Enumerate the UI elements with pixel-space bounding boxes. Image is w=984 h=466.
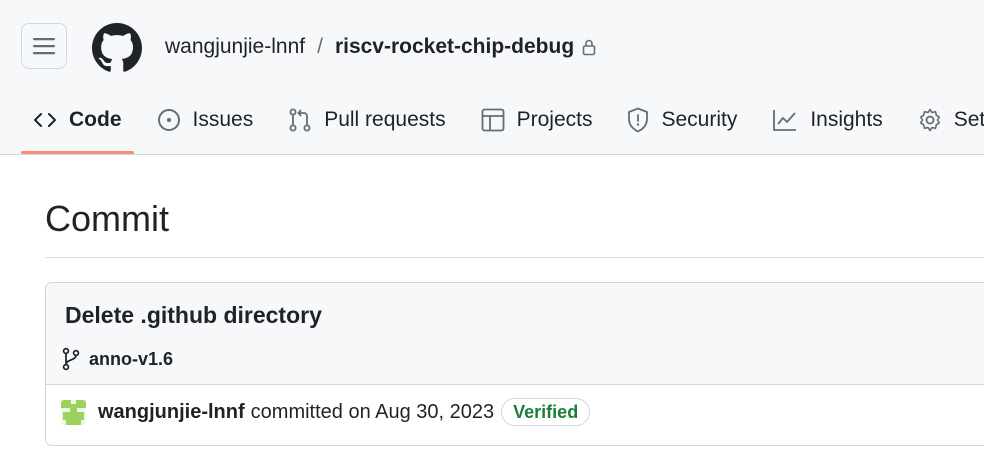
lock-icon — [582, 39, 596, 56]
author-link[interactable]: wangjunjie-lnnf — [98, 401, 245, 424]
tab-pull-requests[interactable]: Pull requests — [276, 96, 457, 144]
tab-projects[interactable]: Projects — [469, 96, 605, 144]
tab-issues[interactable]: Issues — [145, 96, 266, 144]
branch-link[interactable]: anno-v1.6 — [61, 347, 173, 371]
graph-icon — [773, 110, 797, 131]
commit-box: Delete .github directory anno-v1.6 wangj… — [45, 282, 984, 446]
verified-badge[interactable]: Verified — [501, 398, 591, 426]
tab-insights-label: Insights — [810, 108, 883, 131]
gear-icon — [919, 108, 940, 132]
commit-meta: wangjunjie-lnnf committed on Aug 30, 202… — [61, 398, 591, 426]
owner-link[interactable]: wangjunjie-lnnf — [165, 33, 305, 61]
tab-security[interactable]: Security — [615, 96, 749, 144]
commit-header: Delete .github directory anno-v1.6 — [46, 283, 984, 385]
github-logo-icon[interactable] — [92, 23, 142, 73]
repo-nav-tabs: Code Issues Pull requests Projects Secur… — [21, 96, 984, 154]
avatar[interactable] — [61, 399, 86, 425]
tab-pull-requests-label: Pull requests — [324, 108, 446, 131]
issue-icon — [157, 109, 180, 131]
branch-name: anno-v1.6 — [89, 348, 174, 369]
table-icon — [481, 108, 505, 132]
shield-icon — [628, 107, 649, 133]
tab-code-label: Code — [69, 108, 122, 131]
tab-issues-label: Issues — [192, 108, 254, 131]
breadcrumb-separator: / — [317, 35, 323, 58]
open-menu-button[interactable] — [21, 23, 67, 69]
pull-request-icon — [289, 108, 311, 132]
page-title: Commit — [45, 198, 169, 239]
breadcrumb: wangjunjie-lnnf / riscv-rocket-chip-debu… — [165, 33, 596, 61]
title-divider — [45, 257, 984, 258]
tab-settings-label: Settings — [953, 108, 984, 131]
tab-insights[interactable]: Insights — [760, 96, 894, 144]
commit-message: Delete .github directory — [65, 302, 322, 328]
code-icon — [34, 113, 56, 127]
tab-security-label: Security — [661, 108, 738, 131]
git-branch-icon — [62, 347, 80, 371]
hamburger-icon — [33, 38, 55, 55]
repo-link[interactable]: riscv-rocket-chip-debug — [335, 33, 574, 61]
commit-date-text: committed on Aug 30, 2023 — [250, 400, 495, 423]
tab-settings[interactable]: Settings — [906, 96, 984, 144]
repo-header: wangjunjie-lnnf / riscv-rocket-chip-debu… — [0, 0, 984, 155]
tab-code[interactable]: Code — [21, 96, 134, 154]
tab-projects-label: Projects — [516, 108, 593, 131]
